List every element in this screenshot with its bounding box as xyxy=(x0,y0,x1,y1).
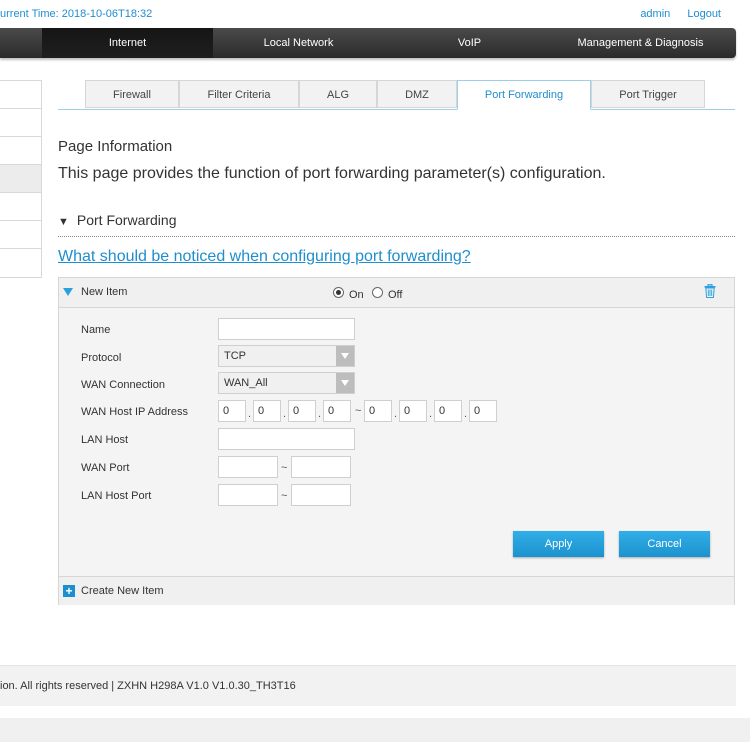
sidebar-item[interactable] xyxy=(0,109,41,137)
dropdown-arrow-icon xyxy=(336,373,354,393)
page-info-text: This page provides the function of port … xyxy=(58,165,606,182)
expand-triangle-icon[interactable] xyxy=(63,288,73,296)
ip-dot: . xyxy=(394,408,398,420)
logout-link[interactable]: Logout xyxy=(687,8,721,20)
dropdown-arrow-icon xyxy=(336,346,354,366)
sidebar-item[interactable] xyxy=(0,193,41,221)
user-links: admin Logout xyxy=(626,8,721,20)
wan-ip-end-octet-3[interactable]: 0 xyxy=(434,400,462,422)
name-input[interactable] xyxy=(218,318,355,340)
wan-port-end-input[interactable] xyxy=(291,456,351,478)
lan-host-input[interactable] xyxy=(218,428,355,450)
off-radio[interactable] xyxy=(372,287,383,298)
wan-ip-end-octet-2[interactable]: 0 xyxy=(399,400,427,422)
trash-icon[interactable] xyxy=(704,284,716,298)
ip-dot: . xyxy=(283,408,287,420)
apply-button[interactable]: Apply xyxy=(513,531,604,557)
wan-port-start-input[interactable] xyxy=(218,456,278,478)
footer: ion. All rights reserved | ZXHN H298A V1… xyxy=(0,665,736,706)
wan-connection-label: WAN Connection xyxy=(81,379,165,391)
wan-connection-value: WAN_All xyxy=(224,377,268,389)
lan-host-label: LAN Host xyxy=(81,434,129,446)
tab-port-forwarding[interactable]: Port Forwarding xyxy=(457,80,591,110)
page-info-title: Page Information xyxy=(58,138,173,155)
range-separator: ~ xyxy=(281,490,288,502)
tab-firewall[interactable]: Firewall xyxy=(85,80,179,108)
section-title: Port Forwarding xyxy=(76,212,177,228)
wan-connection-select[interactable]: WAN_All xyxy=(218,372,355,394)
lan-host-port-label: LAN Host Port xyxy=(81,490,152,502)
wan-ip-start-octet-3[interactable]: 0 xyxy=(288,400,316,422)
protocol-label: Protocol xyxy=(81,352,122,364)
sidebar-item[interactable] xyxy=(0,137,41,165)
wan-host-ip-label: WAN Host IP Address xyxy=(81,406,188,418)
nav-local-network[interactable]: Local Network xyxy=(213,28,384,58)
ip-dot: . xyxy=(248,408,252,420)
create-new-item-row: + Create New Item xyxy=(59,576,734,605)
tab-port-trigger[interactable]: Port Trigger xyxy=(591,80,705,108)
tab-bar: Firewall Filter Criteria ALG DMZ Port Fo… xyxy=(58,80,735,110)
tab-filter-criteria[interactable]: Filter Criteria xyxy=(179,80,299,108)
on-label: On xyxy=(349,289,364,301)
sidebar-item[interactable] xyxy=(0,81,41,109)
notice-link[interactable]: What should be noticed when configuring … xyxy=(58,248,471,266)
cancel-button[interactable]: Cancel xyxy=(619,531,710,557)
wan-ip-end-octet-1[interactable]: 0 xyxy=(364,400,392,422)
wan-ip-start-octet-2[interactable]: 0 xyxy=(253,400,281,422)
main-nav: Internet Local Network VoIP Management &… xyxy=(0,28,736,58)
footer-text: ion. All rights reserved | ZXHN H298A V1… xyxy=(0,680,296,692)
wan-port-label: WAN Port xyxy=(81,462,130,474)
port-forwarding-item-panel: New Item On Off Name Protocol TCP WAN Co… xyxy=(58,277,735,605)
protocol-value: TCP xyxy=(224,350,246,362)
user-link[interactable]: admin xyxy=(640,8,670,20)
nav-internet[interactable]: Internet xyxy=(42,28,213,58)
create-new-item-link[interactable]: Create New Item xyxy=(81,585,164,597)
tab-alg[interactable]: ALG xyxy=(299,80,377,108)
nav-management-diagnosis[interactable]: Management & Diagnosis xyxy=(555,28,726,58)
range-separator: ~ xyxy=(281,462,288,474)
ip-dot: . xyxy=(318,408,322,420)
collapse-arrow-icon: ▼ xyxy=(58,216,69,228)
plus-icon[interactable]: + xyxy=(63,585,75,597)
protocol-select[interactable]: TCP xyxy=(218,345,355,367)
current-time: urrent Time: 2018-10-06T18:32 xyxy=(0,8,153,20)
wan-ip-start-octet-1[interactable]: 0 xyxy=(218,400,246,422)
wan-ip-start-octet-4[interactable]: 0 xyxy=(323,400,351,422)
tab-dmz[interactable]: DMZ xyxy=(377,80,457,108)
ip-dot: . xyxy=(464,408,468,420)
sidebar-item[interactable] xyxy=(0,249,41,277)
name-label: Name xyxy=(81,324,111,336)
bottom-strip xyxy=(0,718,750,742)
section-header[interactable]: ▼ Port Forwarding xyxy=(58,212,735,237)
item-title: New Item xyxy=(81,286,128,298)
sidebar xyxy=(0,80,42,278)
nav-voip[interactable]: VoIP xyxy=(384,28,555,58)
wan-ip-end-octet-4[interactable]: 0 xyxy=(469,400,497,422)
off-label: Off xyxy=(388,289,403,301)
on-radio[interactable] xyxy=(333,287,344,298)
sidebar-item[interactable] xyxy=(0,221,41,249)
ip-dot: . xyxy=(429,408,433,420)
lan-host-port-end-input[interactable] xyxy=(291,484,351,506)
lan-host-port-start-input[interactable] xyxy=(218,484,278,506)
sidebar-item-active[interactable] xyxy=(0,165,41,193)
range-separator: ~ xyxy=(355,405,362,417)
item-header: New Item On Off xyxy=(59,278,734,308)
